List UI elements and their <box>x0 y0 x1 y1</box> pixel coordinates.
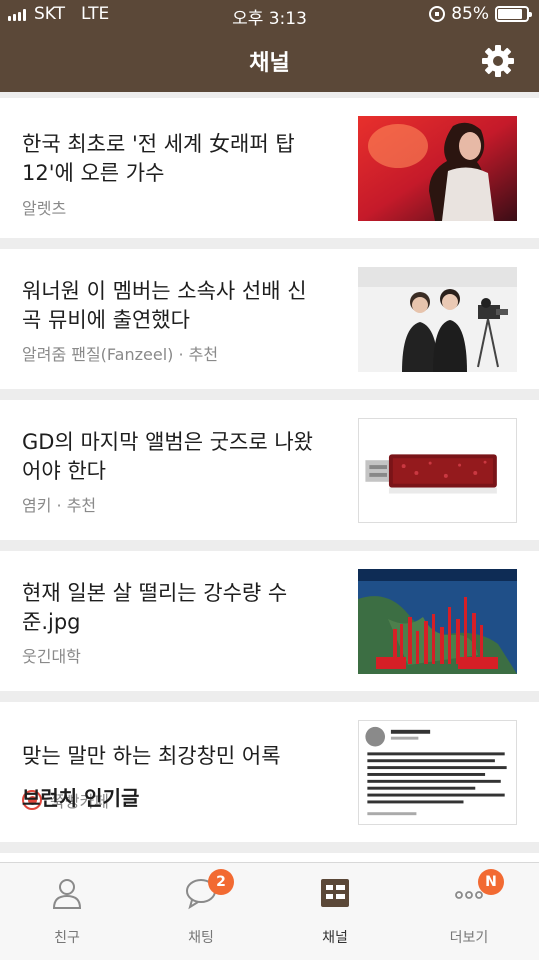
source-label: 염키 · 추천 <box>22 496 97 515</box>
article-headline[interactable]: GD의 마지막 앨범은 굿즈로 나왔어야 한다 <box>22 428 322 486</box>
tab-more[interactable]: N 더보기 <box>402 863 536 960</box>
tab-label: 채널 <box>322 930 348 946</box>
source-label: 알렛츠 <box>22 199 67 218</box>
unread-badge: 2 <box>208 869 234 895</box>
article-headline[interactable]: 한국 최초로 '전 세계 女래퍼 탑 12'에 오른 가수 <box>22 130 322 188</box>
gear-icon[interactable] <box>481 44 515 78</box>
header-bar: 채널 <box>0 30 539 92</box>
new-badge: N <box>478 869 504 895</box>
article-headline[interactable]: 현재 일본 살 떨리는 강수량 수준.jpg <box>22 579 322 637</box>
tab-label: 채팅 <box>188 930 214 946</box>
tab-chats[interactable]: 2 채팅 <box>134 863 268 960</box>
article-card[interactable]: 워너원 이 멤버는 소속사 선배 신곡 뮤비에 출연했다 알려줌 팬질(Fanz… <box>0 249 539 389</box>
source-label: 웃긴대학 <box>22 647 81 666</box>
section-title: 브런치 인기글 <box>22 786 140 810</box>
source-label: 알려줌 팬질(Fanzeel) · 추천 <box>22 345 219 364</box>
article-headline[interactable]: 워너원 이 멤버는 소속사 선배 신곡 뮤비에 출연했다 <box>22 277 322 335</box>
article-thumbnail[interactable] <box>358 418 517 523</box>
article-card[interactable]: 현재 일본 살 떨리는 강수량 수준.jpg 웃긴대학 <box>0 551 539 691</box>
article-source: 알려줌 팬질(Fanzeel) · 추천 <box>22 341 218 365</box>
battery-percent: 85% <box>451 4 489 24</box>
tab-channel[interactable]: 채널 <box>268 863 402 960</box>
article-thumbnail[interactable] <box>358 569 517 674</box>
person-icon <box>52 879 82 909</box>
article-thumbnail[interactable] <box>358 116 517 221</box>
channel-list-icon <box>321 879 349 907</box>
article-card[interactable]: 맞는 말만 하는 최강창민 어록 쭉빵카페 <box>0 702 539 842</box>
rotation-lock-icon <box>429 6 446 22</box>
article-card[interactable]: GD의 마지막 앨범은 굿즈로 나왔어야 한다 염키 · 추천 <box>0 400 539 540</box>
battery-icon <box>495 6 532 22</box>
tab-label: 더보기 <box>449 930 489 946</box>
article-thumbnail[interactable] <box>358 267 517 372</box>
section-card <box>0 853 539 862</box>
article-source: 웃긴대학 <box>22 643 81 667</box>
page-title: 채널 <box>249 51 290 76</box>
tab-label: 친구 <box>54 930 80 946</box>
status-bar: SKT LTE 오후 3:13 85% <box>0 0 539 30</box>
tab-bar: 친구 2 채팅 채널 N 더보기 <box>0 862 539 960</box>
article-headline[interactable]: 맞는 말만 하는 최강창민 어록 <box>22 742 322 771</box>
channel-feed[interactable]: 한국 최초로 '전 세계 女래퍼 탑 12'에 오른 가수 알렛츠 워너원 이 … <box>0 92 539 862</box>
article-thumbnail[interactable] <box>358 720 517 825</box>
article-card[interactable]: 한국 최초로 '전 세계 女래퍼 탑 12'에 오른 가수 알렛츠 <box>0 98 539 238</box>
article-source: 알렛츠 <box>22 195 66 219</box>
tab-friends[interactable]: 친구 <box>0 863 134 960</box>
article-source: 염키 · 추천 <box>22 492 96 516</box>
